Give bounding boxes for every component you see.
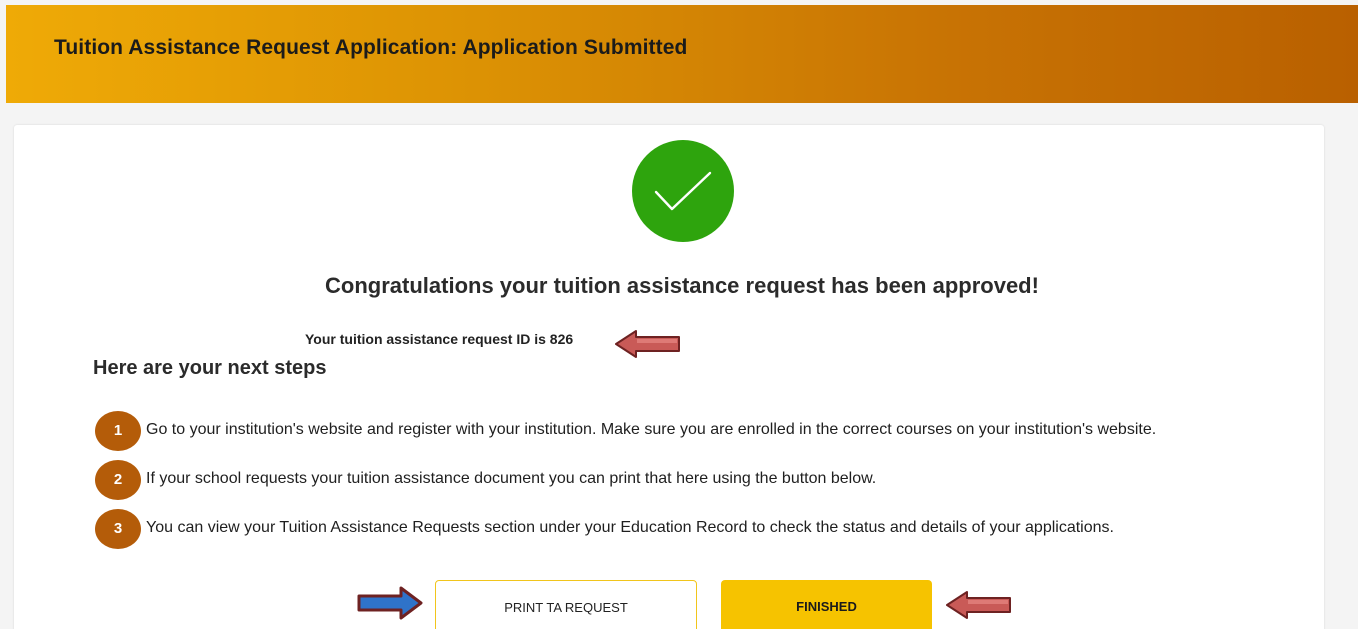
step-text: If your school requests your tuition ass… <box>146 470 877 487</box>
step-text: Go to your institution's website and reg… <box>146 421 1157 438</box>
step-number-badge: 3 <box>95 509 141 549</box>
left-arrow-annotation-icon <box>946 591 1011 619</box>
finished-button[interactable]: FINISHED <box>721 580 932 629</box>
step-number-badge: 1 <box>95 411 141 451</box>
page-header: Tuition Assistance Request Application: … <box>6 5 1358 103</box>
approval-message: Congratulations your tuition assistance … <box>325 273 1039 298</box>
right-arrow-annotation-icon <box>357 586 423 620</box>
left-arrow-annotation-icon <box>615 330 680 358</box>
step-number-badge: 2 <box>95 460 141 500</box>
print-ta-request-button[interactable]: PRINT TA REQUEST <box>435 580 697 629</box>
page: Tuition Assistance Request Application: … <box>0 0 1358 629</box>
next-steps-heading: Here are your next steps <box>93 357 327 379</box>
request-id-text: Your tuition assistance request ID is 82… <box>305 331 574 347</box>
confirmation-card: Congratulations your tuition assistance … <box>14 125 1324 629</box>
page-title: Tuition Assistance Request Application: … <box>54 36 688 59</box>
checkmark-icon <box>632 140 734 242</box>
step-text: You can view your Tuition Assistance Req… <box>146 519 1114 536</box>
